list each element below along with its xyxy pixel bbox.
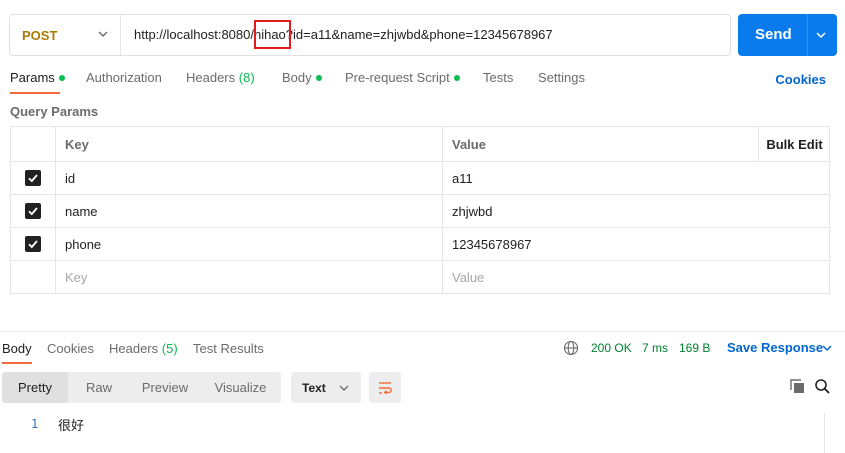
view-mode-selector: Pretty Raw Preview Visualize	[2, 372, 281, 403]
chevron-down-icon[interactable]	[814, 28, 828, 42]
query-params-title: Query Params	[10, 104, 99, 119]
request-tabs: Params Authorization Headers (8) Body Pr…	[10, 70, 840, 94]
globe-icon[interactable]	[563, 340, 579, 356]
status-dot	[58, 74, 65, 81]
resp-tab-cookies[interactable]: Cookies	[47, 341, 94, 356]
resp-tab-headers[interactable]: Headers (5)	[109, 341, 178, 356]
tab-headers[interactable]: Headers (8)	[186, 70, 255, 85]
check-cell	[11, 228, 56, 260]
check-icon	[28, 174, 38, 183]
status-dot	[453, 74, 460, 81]
scrollbar[interactable]	[824, 413, 845, 453]
url-input[interactable]: http://localhost:8080/nihao?id=a11&name=…	[134, 27, 553, 42]
cookies-link[interactable]: Cookies	[775, 72, 826, 87]
search-icon[interactable]	[814, 378, 831, 395]
param-key[interactable]: id	[56, 162, 443, 194]
check-icon	[28, 207, 38, 216]
tab-pre-request-script[interactable]: Pre-request Script	[345, 70, 460, 85]
save-response-button[interactable]: Save Response	[727, 340, 823, 355]
tab-settings[interactable]: Settings	[538, 70, 585, 85]
tab-label: Params	[10, 70, 55, 85]
view-preview[interactable]: Preview	[130, 372, 200, 403]
check-cell	[11, 195, 56, 227]
tab-count: (5)	[161, 341, 178, 356]
tab-tests[interactable]: Tests	[483, 70, 513, 85]
param-checkbox[interactable]	[25, 170, 41, 186]
wrap-lines-button[interactable]	[369, 372, 401, 403]
response-tabs: Body Cookies Headers (5) Test Results	[2, 341, 302, 365]
header-key: Key	[56, 127, 443, 161]
resp-tab-body[interactable]: Body	[2, 341, 32, 356]
param-value[interactable]: zhjwbd	[443, 195, 830, 227]
format-select[interactable]: Text	[291, 372, 361, 403]
tab-label: Body	[282, 70, 312, 85]
param-value[interactable]: 12345678967	[443, 228, 830, 260]
response-size[interactable]: 169 B	[679, 341, 710, 355]
tab-label: Settings	[538, 70, 585, 85]
chevron-down-icon	[98, 31, 108, 37]
header-value: Value	[452, 136, 486, 152]
table-row: id a11	[11, 161, 829, 194]
table-row-empty: Key Value	[11, 260, 829, 293]
resp-tab-test-results[interactable]: Test Results	[193, 341, 264, 356]
line-number: 1	[31, 417, 39, 431]
tab-label: Pre-request Script	[345, 70, 450, 85]
param-key[interactable]: name	[56, 195, 443, 227]
url-highlight-box	[254, 20, 291, 49]
check-icon	[28, 240, 38, 249]
param-key[interactable]: phone	[56, 228, 443, 260]
active-tab-indicator	[2, 362, 32, 364]
tab-body[interactable]: Body	[282, 70, 322, 85]
status-dot	[315, 74, 322, 81]
format-label: Text	[302, 380, 326, 395]
view-raw[interactable]: Raw	[68, 372, 130, 403]
tab-label: Headers	[109, 341, 159, 356]
check-cell	[11, 162, 56, 194]
view-visualize[interactable]: Visualize	[200, 372, 281, 403]
tab-params[interactable]: Params	[10, 70, 65, 85]
request-bar: POST http://localhost:8080/nihao?id=a11&…	[9, 14, 837, 56]
tab-label: Tests	[483, 70, 514, 85]
send-label: Send	[755, 26, 792, 43]
params-table: Key Value Bulk Edit id a11 name zhjwbd p…	[10, 126, 830, 294]
method-label: POST	[22, 27, 58, 43]
send-button[interactable]: Send	[738, 14, 837, 56]
method-select[interactable]: POST	[10, 15, 121, 55]
response-body-text: 很好	[58, 419, 85, 434]
tab-authorization[interactable]: Authorization	[86, 70, 162, 85]
param-value[interactable]: a11	[443, 162, 830, 194]
response-time[interactable]: 7 ms	[642, 341, 668, 355]
param-checkbox[interactable]	[25, 203, 41, 219]
tab-count: (8)	[238, 70, 255, 85]
chevron-down-icon[interactable]	[821, 342, 833, 354]
send-divider	[807, 14, 808, 56]
tab-label: Headers	[186, 70, 236, 85]
request-input-group: POST http://localhost:8080/nihao?id=a11&…	[9, 14, 731, 56]
table-row: name zhjwbd	[11, 194, 829, 227]
table-header-row: Key Value Bulk Edit	[11, 127, 829, 161]
param-checkbox[interactable]	[25, 236, 41, 252]
new-value-input[interactable]: Value	[443, 261, 830, 293]
view-pretty[interactable]: Pretty	[2, 372, 68, 403]
header-check-cell	[11, 127, 56, 161]
tab-label: Authorization	[86, 70, 162, 85]
active-tab-indicator	[10, 92, 60, 94]
status-code[interactable]: 200 OK	[591, 341, 632, 355]
check-cell	[11, 261, 56, 293]
wrap-icon	[379, 381, 392, 394]
response-divider	[0, 331, 845, 332]
bulk-edit-button[interactable]: Bulk Edit	[758, 127, 830, 161]
chevron-down-icon	[339, 385, 349, 391]
copy-icon[interactable]	[789, 378, 806, 395]
new-key-input[interactable]: Key	[56, 261, 443, 293]
table-row: phone 12345678967	[11, 227, 829, 260]
